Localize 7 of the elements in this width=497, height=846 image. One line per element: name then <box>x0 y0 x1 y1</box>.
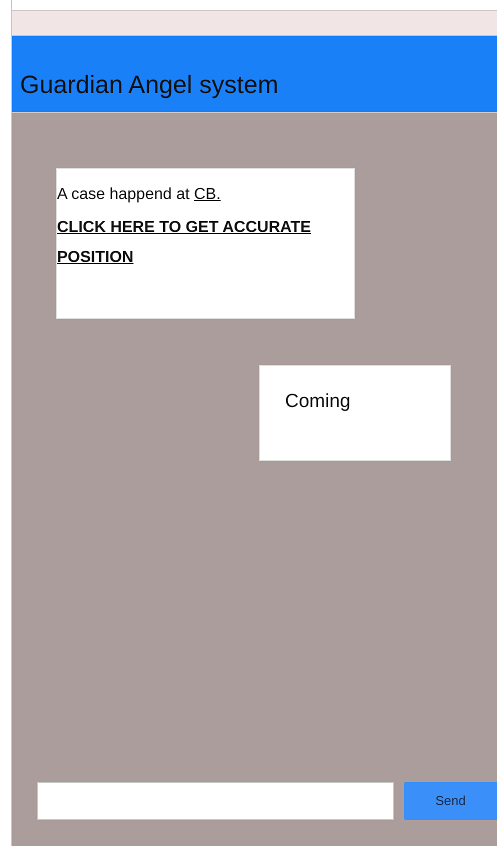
position-link[interactable]: CLICK HERE TO GET ACCURATE POSITION <box>57 213 322 273</box>
app-title: Guardian Angel system <box>20 70 278 100</box>
case-text: A case happend at CB. <box>57 185 222 205</box>
place-link[interactable]: CB. <box>194 186 221 203</box>
reply-text: Coming <box>285 391 350 412</box>
message-input[interactable] <box>37 782 394 820</box>
send-button[interactable]: Send <box>404 782 497 820</box>
